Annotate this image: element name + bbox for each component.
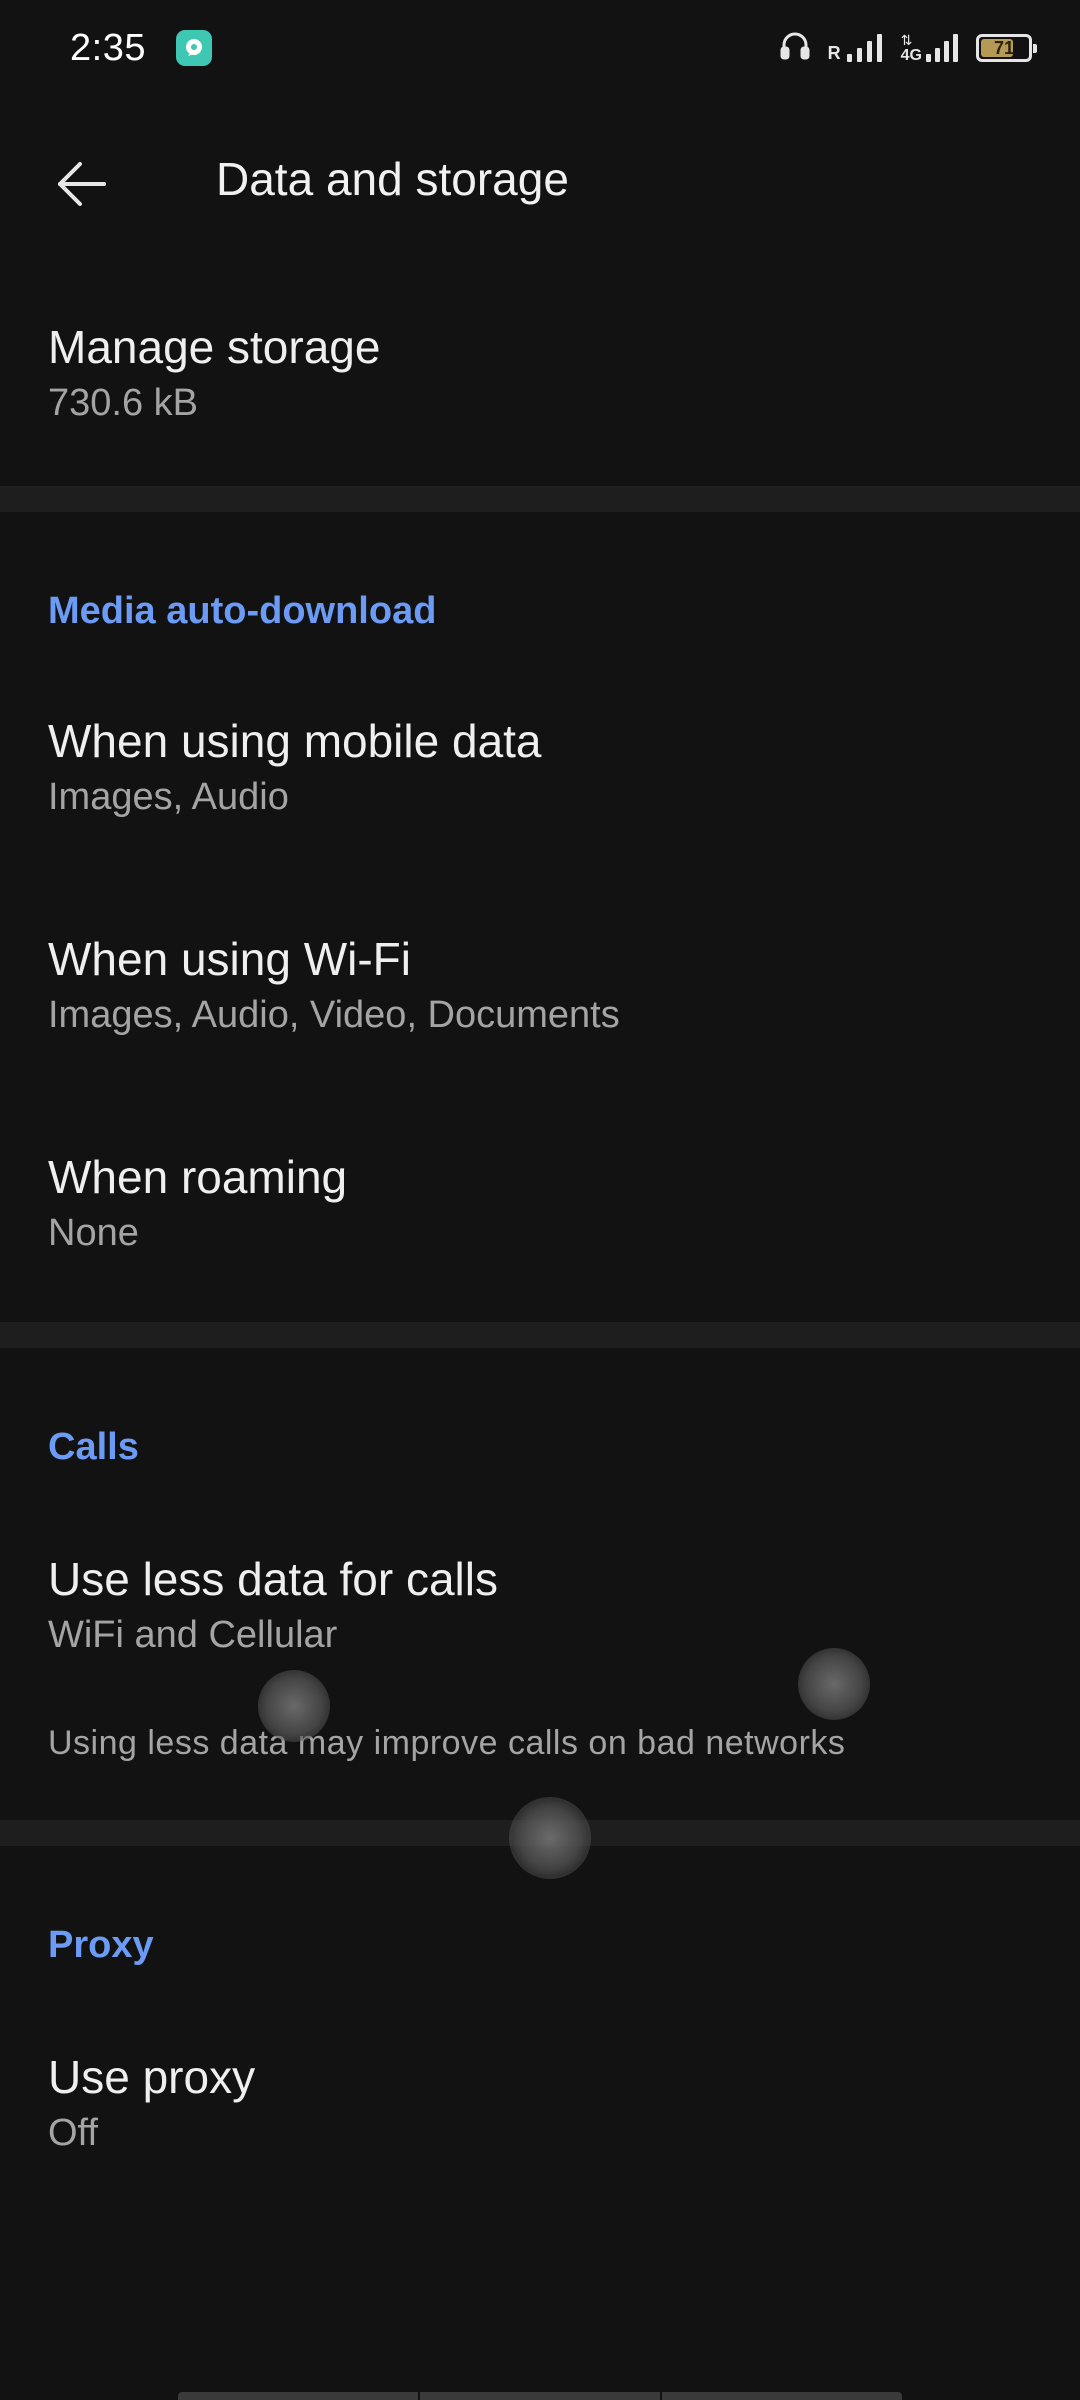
manage-storage-item[interactable]: Manage storage 730.6 kB [0,300,1080,484]
data-arrows-icon: ⇅ [900,32,913,48]
section-divider [0,486,1080,512]
roaming-item[interactable]: When roaming None [0,1126,1080,1326]
gesture-nav-bar[interactable] [178,2392,902,2400]
media-auto-download-header: Media auto-download [48,590,437,632]
manage-storage-title: Manage storage [48,321,381,373]
status-time: 2:35 [70,26,146,69]
use-proxy-item[interactable]: Use proxy Off [0,2028,1080,2228]
use-less-data-item[interactable]: Use less data for calls WiFi and Cellula… [0,1530,1080,1730]
wifi-title: When using Wi-Fi [48,933,411,985]
nav-segment [420,2392,662,2400]
signal-strength-icon-2 [926,34,958,62]
roaming-indicator: R [827,43,841,63]
proxy-header: Proxy [48,1924,154,1966]
mobile-data-value: Images, Audio [48,776,289,818]
touch-indicator [512,1800,588,1876]
signal-roaming: R [828,32,885,64]
signal-strength-icon [846,34,882,62]
wifi-value: Images, Audio, Video, Documents [48,994,620,1036]
mobile-data-title: When using mobile data [48,715,542,767]
chat-bubble-icon [175,30,212,66]
calls-note: Using less data may improve calls on bad… [48,1724,846,1762]
back-button[interactable] [30,132,134,236]
screen: 2:35 R ⇅ 4G 71 Data and storage Manage s… [0,0,1080,2400]
network-type: 4G [900,47,922,64]
section-divider [0,1322,1080,1348]
battery-level: 71 [993,37,1015,58]
calls-header: Calls [48,1426,139,1468]
use-proxy-value: Off [48,2112,98,2154]
nav-segment [662,2392,902,2400]
arrow-left-icon [58,162,106,206]
battery-icon: 71 [976,34,1037,62]
app-bar: Data and storage [0,96,1080,264]
mobile-data-item[interactable]: When using mobile data Images, Audio [0,690,1080,890]
headset-icon [778,29,812,68]
wifi-item[interactable]: When using Wi-Fi Images, Audio, Video, D… [0,908,1080,1108]
status-icons: R ⇅ 4G 71 [778,29,1037,68]
touch-indicator [798,1648,870,1720]
use-less-data-title: Use less data for calls [48,1553,498,1605]
page-title: Data and storage [216,153,569,205]
roaming-title: When roaming [48,1151,348,1203]
status-bar: 2:35 R ⇅ 4G 71 [0,0,1080,96]
roaming-value: None [48,1212,139,1254]
use-proxy-title: Use proxy [48,2051,256,2103]
use-less-data-value: WiFi and Cellular [48,1614,338,1656]
network-4g: ⇅ 4G [901,32,960,64]
manage-storage-value: 730.6 kB [48,382,198,424]
touch-indicator [258,1670,330,1742]
nav-segment [178,2392,420,2400]
